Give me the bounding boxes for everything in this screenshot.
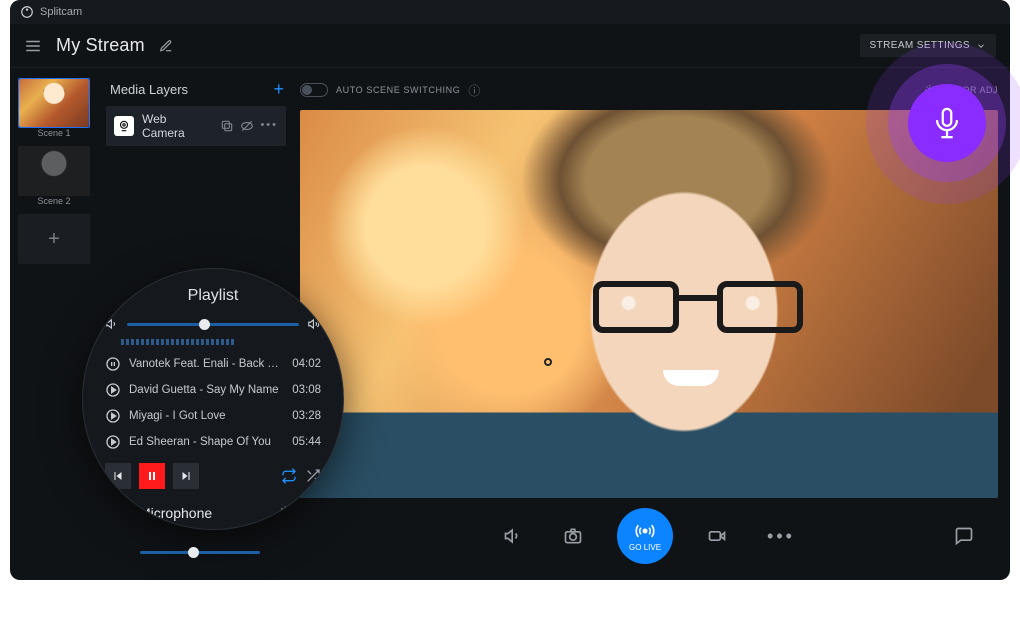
info-icon[interactable]: ⓘ [468,82,481,99]
playlist-magnifier: Playlist Vanotek Feat. Enali - Back To..… [82,268,344,530]
track-duration: 03:08 [292,384,321,396]
scenes-column: Scene 1 Scene 2 + [10,68,98,580]
track-duration: 03:28 [292,410,321,422]
broadcast-icon [635,521,655,541]
play-circle-icon[interactable] [105,382,121,398]
repeat-icon[interactable] [281,468,297,484]
scene-thumb-1[interactable] [18,78,90,128]
app-name: Splitcam [40,6,82,18]
track-name: Vanotek Feat. Enali - Back To... [129,358,284,370]
record-icon[interactable] [701,520,733,552]
header: My Stream STREAM SETTINGS [10,24,1010,68]
more-controls-icon[interactable]: ••• [761,520,801,553]
play-circle-icon[interactable] [105,434,121,450]
stream-title: My Stream [56,35,145,56]
bottom-controls: GO LIVE ••• [300,504,998,568]
track-name: Ed Sheeran - Shape Of You [129,436,284,448]
auto-scene-toggle[interactable] [300,83,328,97]
app-window: Splitcam My Stream STREAM SETTINGS Scene… [10,0,1010,580]
track-row[interactable]: David Guetta - Say My Name 03:08 [105,377,321,403]
track-row[interactable]: Vanotek Feat. Enali - Back To... 04:02 [105,351,321,377]
pause-circle-icon[interactable] [105,356,121,372]
app-logo-icon [20,5,34,19]
next-track-button[interactable] [173,463,199,489]
scene-label: Scene 2 [18,196,90,206]
transport-controls [105,463,321,489]
scene-label: Scene 1 [18,128,90,138]
scene-thumb-2[interactable] [18,146,90,196]
webcam-icon [114,116,134,136]
auto-scene-label: AUTO SCENE SWITCHING [336,85,460,95]
glasses-graphic [593,281,803,337]
eye-off-icon[interactable] [240,119,254,133]
snapshot-icon[interactable] [557,520,589,552]
playlist-volume-slider[interactable] [127,323,299,326]
microphone-icon [930,106,964,140]
go-live-label: GO LIVE [629,543,661,552]
track-row[interactable]: Ed Sheeran - Shape Of You 05:44 [105,429,321,455]
hamburger-menu-icon[interactable] [24,37,42,55]
pause-button[interactable] [139,463,165,489]
stream-settings-label: STREAM SETTINGS [870,40,970,51]
mouth-graphic [663,370,719,386]
microphone-volume-slider[interactable] [140,551,260,554]
go-live-button[interactable]: GO LIVE [617,508,673,564]
track-duration: 04:02 [292,358,321,370]
chevron-down-icon [976,41,986,51]
speaker-icon[interactable] [497,520,529,552]
stream-settings-button[interactable]: STREAM SETTINGS [860,34,996,57]
add-layer-button[interactable]: + [273,80,284,98]
edit-icon[interactable] [159,39,173,53]
track-name: David Guetta - Say My Name [129,384,284,396]
track-row[interactable]: Miyagi - I Got Love 03:28 [105,403,321,429]
mic-badge-icon[interactable] [908,84,986,162]
audio-meter [121,339,321,345]
titlebar: Splitcam [10,0,1010,24]
track-duration: 05:44 [292,436,321,448]
main-column: AUTO SCENE SWITCHING ⓘ COLOR ADJ [294,68,1010,580]
layers-heading: Media Layers [110,82,188,97]
chat-icon[interactable] [948,520,980,552]
layer-item-webcam[interactable]: Web Camera ••• [106,106,286,146]
more-icon[interactable]: ••• [260,119,278,133]
layer-label: Web Camera [142,112,212,140]
play-circle-icon[interactable] [105,408,121,424]
copy-icon[interactable] [220,119,234,133]
add-scene-button[interactable]: + [18,214,90,264]
track-name: Miyagi - I Got Love [129,410,284,422]
preview-toolbar: AUTO SCENE SWITCHING ⓘ COLOR ADJ [300,76,998,104]
video-preview[interactable] [300,110,998,498]
